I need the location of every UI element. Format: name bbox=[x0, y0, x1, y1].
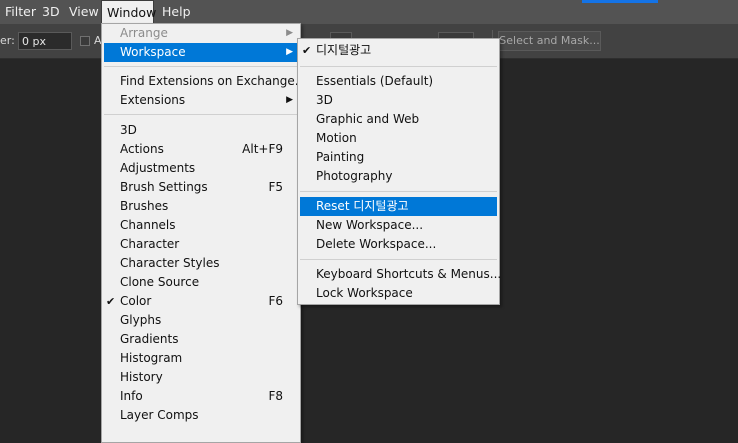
shortcut-label: F5 bbox=[268, 180, 283, 194]
workspace-item-digital-ad[interactable]: ✔ 디지털광고 bbox=[300, 41, 497, 60]
menu-item-label: Actions bbox=[120, 142, 164, 156]
menu-item-find-extensions[interactable]: Find Extensions on Exchange... bbox=[104, 72, 306, 91]
menu-item-label: Brushes bbox=[120, 199, 169, 213]
menu-item-label: Layer Comps bbox=[120, 408, 199, 422]
menu-item-brush-settings[interactable]: Brush Settings F5 bbox=[104, 178, 298, 197]
menu-item-label: 3D bbox=[120, 123, 137, 137]
menu-item-extensions[interactable]: Extensions ▶ bbox=[104, 91, 298, 110]
menu-separator bbox=[104, 114, 298, 115]
menu-item-label: Painting bbox=[316, 150, 365, 164]
checkmark-icon: ✔ bbox=[302, 44, 312, 57]
menu-item-character-styles[interactable]: Character Styles bbox=[104, 254, 298, 273]
submenu-arrow-icon: ▶ bbox=[286, 28, 293, 38]
menu-item-label: Workspace bbox=[120, 45, 186, 59]
menu-item-label: 3D bbox=[316, 93, 333, 107]
menu-item-label: Channels bbox=[120, 218, 176, 232]
menu-item-label: Arrange bbox=[120, 26, 168, 40]
menu-item-label: Character Styles bbox=[120, 256, 220, 270]
menu-item-label: Character bbox=[120, 237, 180, 251]
menu-item-label: 디지털광고 bbox=[316, 43, 372, 57]
menu-item-glyphs[interactable]: Glyphs bbox=[104, 311, 298, 330]
menu-separator bbox=[104, 66, 298, 67]
checkmark-icon: ✔ bbox=[106, 295, 116, 308]
submenu-arrow-icon: ▶ bbox=[286, 95, 293, 105]
menu-item-label: Adjustments bbox=[120, 161, 196, 175]
menu-item-label: Keyboard Shortcuts & Menus... bbox=[316, 267, 502, 281]
menu-window[interactable]: Window bbox=[101, 0, 156, 24]
shortcut-label: Alt+F9 bbox=[242, 142, 283, 156]
menu-item-arrange[interactable]: Arrange ▶ bbox=[104, 24, 298, 43]
menu-item-label: Find Extensions on Exchange... bbox=[120, 74, 307, 88]
workspace-item-graphic-web[interactable]: Graphic and Web bbox=[300, 110, 497, 129]
menu-item-label: Histogram bbox=[120, 351, 183, 365]
window-menu: Arrange ▶ Workspace ▶ Find Extensions on… bbox=[101, 23, 306, 443]
menu-item-label: Motion bbox=[316, 131, 357, 145]
feather-label: er: bbox=[0, 34, 15, 47]
menu-item-histogram[interactable]: Histogram bbox=[104, 349, 298, 368]
workspace-item-painting[interactable]: Painting bbox=[300, 148, 497, 167]
workspace-item-new[interactable]: New Workspace... bbox=[300, 216, 497, 235]
menu-separator bbox=[300, 259, 497, 260]
menu-item-brushes[interactable]: Brushes bbox=[104, 197, 298, 216]
active-document-indicator bbox=[582, 0, 658, 3]
menu-item-color[interactable]: ✔ Color F6 bbox=[104, 292, 298, 311]
workspace-item-reset[interactable]: Reset 디지털광고 bbox=[300, 197, 497, 216]
workspace-submenu: ✔ 디지털광고 Essentials (Default) 3D Graphic … bbox=[297, 38, 501, 305]
menu-item-gradients[interactable]: Gradients bbox=[104, 330, 298, 349]
workspace-item-3d[interactable]: 3D bbox=[300, 91, 497, 110]
menu-item-info[interactable]: Info F8 bbox=[104, 387, 298, 406]
menu-item-label: Essentials (Default) bbox=[316, 74, 434, 88]
menu-item-label: Reset 디지털광고 bbox=[316, 199, 409, 213]
menu-item-label: Lock Workspace bbox=[316, 286, 413, 300]
menu-item-character[interactable]: Character bbox=[104, 235, 298, 254]
menu-item-label: Color bbox=[120, 294, 152, 308]
submenu-arrow-icon: ▶ bbox=[286, 47, 293, 57]
menu-view[interactable]: View bbox=[64, 0, 104, 24]
menu-item-label: History bbox=[120, 370, 163, 384]
menu-separator bbox=[300, 66, 497, 67]
menu-filter[interactable]: Filter bbox=[0, 0, 41, 24]
menu-item-label: Graphic and Web bbox=[316, 112, 420, 126]
menu-separator bbox=[300, 191, 497, 192]
menu-item-label: Gradients bbox=[120, 332, 179, 346]
menu-item-label: Delete Workspace... bbox=[316, 237, 437, 251]
menu-item-label: Clone Source bbox=[120, 275, 200, 289]
menu-item-workspace[interactable]: Workspace ▶ bbox=[104, 43, 298, 62]
menu-item-adjustments[interactable]: Adjustments bbox=[104, 159, 298, 178]
menu-item-actions[interactable]: Actions Alt+F9 bbox=[104, 140, 298, 159]
feather-input[interactable] bbox=[18, 32, 72, 50]
menu-bar: Filter 3D View Window Help bbox=[0, 0, 738, 24]
workspace-item-motion[interactable]: Motion bbox=[300, 129, 497, 148]
menu-item-label: New Workspace... bbox=[316, 218, 424, 232]
menu-item-layer-comps[interactable]: Layer Comps bbox=[104, 406, 298, 425]
select-and-mask-button[interactable]: Select and Mask... bbox=[498, 31, 601, 51]
menu-item-label: Info bbox=[120, 389, 143, 403]
workspace-item-lock[interactable]: Lock Workspace bbox=[300, 284, 497, 303]
workspace-item-photography[interactable]: Photography bbox=[300, 167, 497, 186]
menu-item-label: Glyphs bbox=[120, 313, 162, 327]
menu-item-history[interactable]: History bbox=[104, 368, 298, 387]
shortcut-label: F8 bbox=[268, 389, 283, 403]
workspace-item-essentials[interactable]: Essentials (Default) bbox=[300, 72, 497, 91]
menu-item-3d[interactable]: 3D bbox=[104, 121, 298, 140]
menu-3d[interactable]: 3D bbox=[37, 0, 65, 24]
menu-item-channels[interactable]: Channels bbox=[104, 216, 298, 235]
workspace-item-keyboard-shortcuts[interactable]: Keyboard Shortcuts & Menus... bbox=[300, 265, 501, 284]
menu-item-label: Photography bbox=[316, 169, 393, 183]
menu-item-clone-source[interactable]: Clone Source bbox=[104, 273, 298, 292]
shortcut-label: F6 bbox=[268, 294, 283, 308]
menu-item-label: Brush Settings bbox=[120, 180, 208, 194]
workspace-item-delete[interactable]: Delete Workspace... bbox=[300, 235, 497, 254]
anti-alias-checkbox[interactable] bbox=[80, 36, 90, 46]
menu-help[interactable]: Help bbox=[157, 0, 196, 24]
menu-item-label: Extensions bbox=[120, 93, 186, 107]
